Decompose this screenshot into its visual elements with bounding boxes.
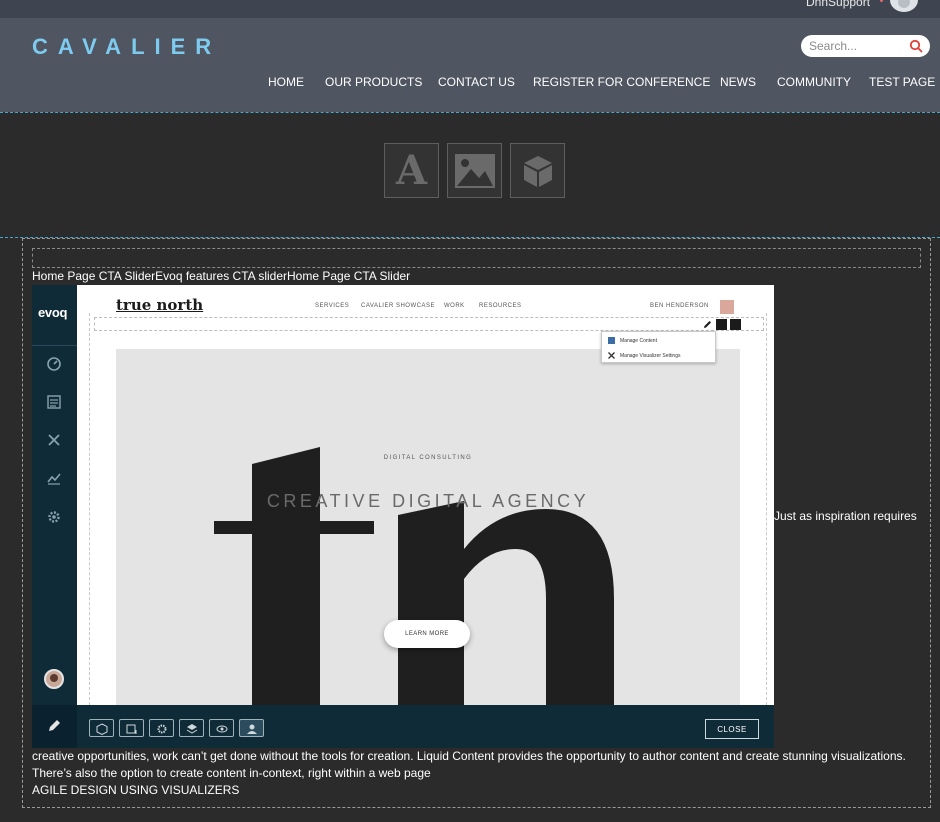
module-box-icon <box>523 155 552 187</box>
add-other-module-button[interactable] <box>510 143 565 198</box>
preview-nav-work: WORK <box>444 303 465 309</box>
paragraph-body: creative opportunities, work can’t get d… <box>32 749 906 780</box>
sidebar-divider <box>32 345 77 346</box>
cta-slider-title: Home Page CTA SliderEvoq features CTA sl… <box>32 269 411 283</box>
image-module-icon <box>454 153 495 188</box>
tn-monogram-graphic <box>214 447 614 705</box>
preview-site: true north SERVICES CAVALIER SHOWCASE WO… <box>77 285 774 705</box>
nav-community[interactable]: COMMUNITY <box>777 75 851 89</box>
paragraph-start: Just as inspiration requires <box>774 509 917 523</box>
cube-plus-icon <box>126 724 137 734</box>
preview-tool <box>209 719 234 737</box>
empty-pane <box>32 248 921 268</box>
evoq-sidebar: evoq <box>32 285 77 748</box>
tools-icon <box>608 352 615 359</box>
preview-user-avatar <box>720 300 734 314</box>
user-name-link[interactable]: DnnSupport <box>806 0 870 9</box>
preview-nav-cavalier-showcase: CAVALIER SHOWCASE <box>361 303 435 309</box>
nav-contact-us[interactable]: CONTACT US <box>438 75 515 89</box>
tools-icon <box>48 434 60 446</box>
evoq-logo: evoq <box>38 305 68 320</box>
add-existing-module-tool <box>119 719 144 737</box>
menu-item-label: Manage Visualizer Settings <box>620 353 681 359</box>
add-module-pane: A <box>0 113 940 237</box>
add-text-module-button[interactable]: A <box>384 143 439 198</box>
text-module-icon: A <box>395 147 428 194</box>
preview-move-icon <box>730 319 741 330</box>
preview-settings-icon <box>716 319 727 330</box>
add-image-module-button[interactable] <box>447 143 502 198</box>
layers-tool <box>179 719 204 737</box>
learn-more-button: LEARN MORE <box>384 620 470 648</box>
content-grid-icon <box>608 337 615 344</box>
search-box <box>801 35 930 57</box>
nav-home[interactable]: HOME <box>268 75 304 89</box>
preview-nav-resources: RESOURCES <box>479 303 522 309</box>
pencil-icon <box>49 720 60 731</box>
site-header: DnnSupport CAVALIER HOME OUR PRODUCTS CO… <box>0 0 940 112</box>
layers-icon <box>186 724 198 734</box>
control-bar <box>0 0 940 18</box>
evoq-screenshot-image: evoq true north SERVICES CAVALIER SHOWCA… <box>32 285 774 748</box>
gear-icon <box>157 724 167 734</box>
nav-our-products[interactable]: OUR PRODUCTS <box>325 75 422 89</box>
analytics-icon <box>47 473 61 485</box>
menu-manage-content: Manage Content <box>602 333 717 348</box>
hero-banner: DIGITAL CONSULTING CREATIVE DIGITAL AGEN… <box>116 349 740 705</box>
settings-gear-icon <box>48 511 60 523</box>
add-module-tool <box>89 719 114 737</box>
main-nav: HOME OUR PRODUCTS CONTACT US REGISTER FO… <box>0 75 940 93</box>
section-heading: AGILE DESIGN USING VISUALIZERS <box>32 783 240 797</box>
menu-manage-visualizer-settings: Manage Visualizer Settings <box>602 348 717 363</box>
hero-title: CREATIVE DIGITAL AGENCY <box>266 491 590 511</box>
personas-tool <box>239 719 264 737</box>
user-icon <box>247 724 257 734</box>
dashboard-icon <box>47 357 61 371</box>
eye-icon <box>216 725 228 733</box>
preview-pane-outline <box>94 317 764 331</box>
true-north-logo: true north <box>116 296 204 314</box>
preview-context-menu: Manage Content Manage Visualizer Setting… <box>601 331 716 363</box>
page-settings-tool <box>149 719 174 737</box>
edit-pencil-icon <box>704 321 711 328</box>
preview-user-name: BEN HENDERSON <box>650 303 709 309</box>
nav-register-for-conference[interactable]: REGISTER FOR CONFERENCE <box>533 75 710 89</box>
search-input[interactable] <box>809 38 905 54</box>
search-icon[interactable] <box>909 39 923 53</box>
evoq-user-avatar <box>44 669 64 689</box>
nav-test-page[interactable]: TEST PAGE <box>869 75 935 89</box>
evoq-bottom-toolbar: CLOSE <box>77 705 774 748</box>
site-logo[interactable]: CAVALIER <box>32 34 221 60</box>
content-list-icon <box>47 395 61 409</box>
nav-news[interactable]: NEWS <box>720 75 756 89</box>
hero-subtitle: DIGITAL CONSULTING <box>383 455 473 461</box>
preview-nav-services: SERVICES <box>315 303 350 309</box>
sidebar-footer <box>32 705 77 748</box>
cube-icon <box>96 723 108 735</box>
menu-item-label: Manage Content <box>620 338 657 344</box>
close-button: CLOSE <box>705 719 759 739</box>
